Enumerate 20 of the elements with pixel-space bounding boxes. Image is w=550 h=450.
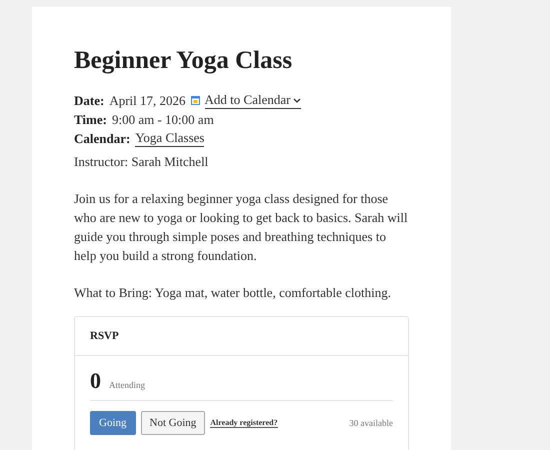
availability-text: 30 available <box>349 418 393 428</box>
bring-text: What to Bring: Yoga mat, water bottle, comfortable clothing. <box>74 284 392 302</box>
meta-label: Calendar: <box>74 130 130 146</box>
add-to-calendar-link[interactable]: Add to Calendar <box>204 92 302 109</box>
meta-value: April 17, 2026 <box>109 92 186 108</box>
attending-count: 0 <box>90 368 101 394</box>
rsvp-title: RSVP <box>75 317 408 356</box>
already-registered-link[interactable]: Already registered? <box>210 418 278 428</box>
description-text: Join us for a relaxing beginner yoga class designed for those who are new to yoga or looking to get back to basics. Sarah will guide you through simple poses and breathing techniques to help you build a strong foundation. <box>74 190 409 265</box>
meta-value: 9:00 am - 10:00 am <box>112 112 214 128</box>
caret-icon <box>293 98 302 102</box>
calendar-icon <box>190 96 200 105</box>
not-going-button[interactable]: Not Going <box>140 411 206 435</box>
meta-label: Time: <box>74 112 107 128</box>
going-button[interactable]: Going <box>90 411 136 435</box>
instructor-text: Instructor: Sarah Mitchell <box>74 153 210 171</box>
meta-label: Date: <box>74 92 104 108</box>
attending-label: Attending <box>109 380 145 390</box>
calendar-link[interactable]: Yoga Classes <box>135 130 204 147</box>
event-title: Beginner Yoga Class <box>74 47 294 75</box>
